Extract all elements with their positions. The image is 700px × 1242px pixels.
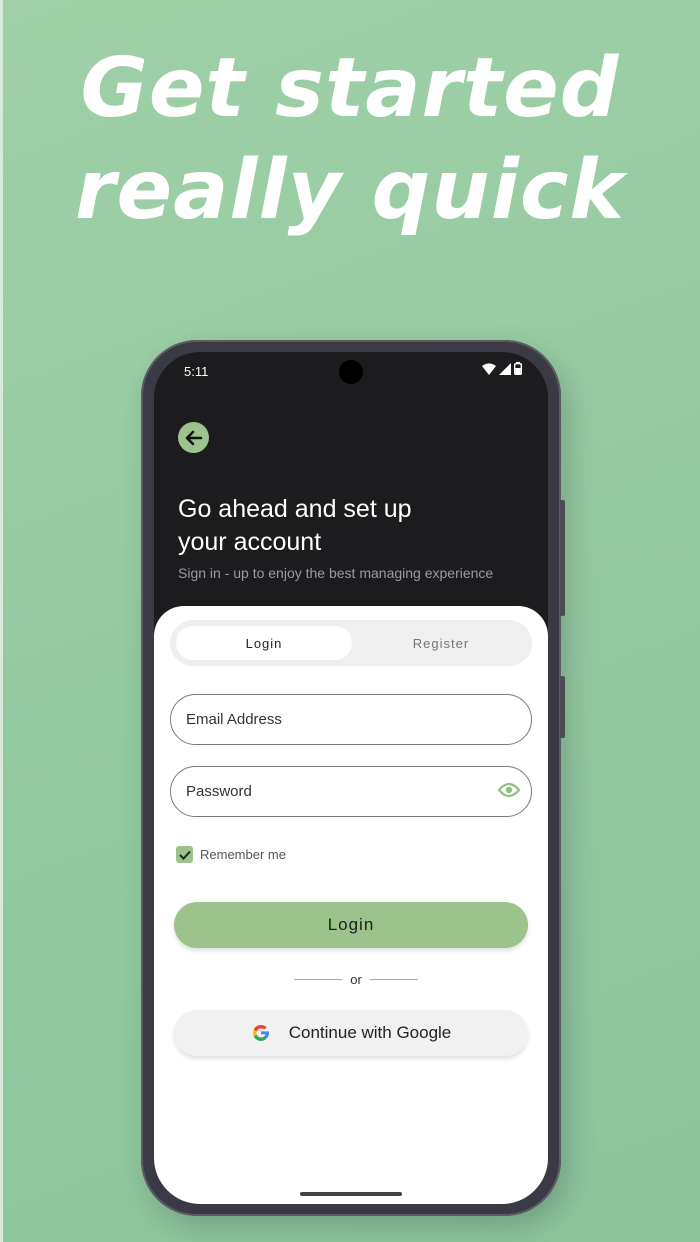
tab-register[interactable]: Register (356, 626, 526, 660)
promo-headline-line2: really quick (75, 143, 625, 238)
email-field[interactable] (170, 694, 532, 745)
password-field[interactable] (170, 766, 532, 817)
google-icon (252, 1024, 269, 1041)
tab-login[interactable]: Login (176, 626, 352, 660)
divider-line-right (369, 978, 418, 980)
divider-line-left (294, 978, 343, 980)
status-icons (482, 362, 522, 375)
back-button[interactable] (178, 422, 209, 453)
page-title: Go ahead and set up your account (178, 493, 478, 559)
remember-me[interactable]: Remember me (176, 846, 286, 863)
login-button[interactable]: Login (174, 902, 528, 948)
auth-tabs: Login Register (170, 620, 532, 666)
page-subtitle: Sign in - up to enjoy the best managing … (178, 565, 494, 581)
phone-volume-button (560, 500, 565, 616)
page-title-line1: Go ahead and set up (178, 495, 412, 523)
password-input[interactable] (186, 783, 486, 800)
status-bar: 5:11 (154, 352, 548, 392)
status-time: 5:11 (184, 364, 209, 379)
battery-icon (514, 362, 522, 375)
wifi-icon (482, 363, 496, 375)
or-divider: or (294, 970, 418, 988)
checkmark-icon (178, 850, 191, 860)
arrow-left-icon (185, 430, 202, 445)
signal-icon (499, 362, 511, 375)
remember-checkbox[interactable] (176, 846, 193, 863)
google-signin-button[interactable]: Continue with Google (174, 1010, 528, 1056)
page-title-line2: your account (178, 528, 322, 556)
auth-sheet: Login Register Remember me Login (154, 606, 548, 1204)
home-indicator[interactable] (300, 1192, 402, 1196)
divider-text: or (350, 971, 362, 987)
promo-headline-line1: Get started (80, 41, 620, 136)
google-signin-label: Continue with Google (288, 1023, 452, 1042)
phone-power-button (560, 676, 565, 738)
promo-headline: Get started really quick (0, 38, 700, 242)
email-input[interactable] (186, 711, 486, 728)
phone-frame: 5:11 Go ahead and set up your account Si… (141, 340, 565, 1216)
eye-icon[interactable] (498, 782, 520, 798)
phone-screen: 5:11 Go ahead and set up your account Si… (154, 352, 548, 1204)
front-camera (339, 360, 363, 384)
remember-label: Remember me (200, 847, 286, 862)
